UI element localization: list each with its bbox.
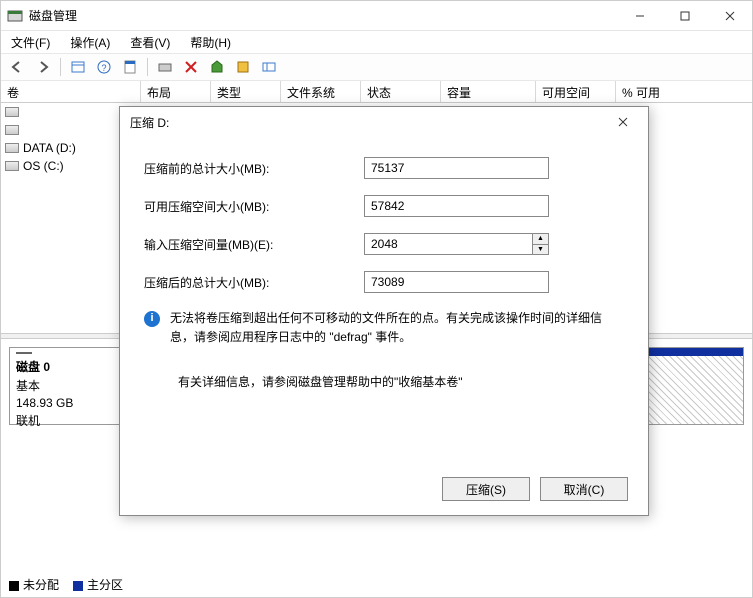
spin-down-button[interactable]: ▼ xyxy=(533,245,548,255)
action2-button[interactable] xyxy=(231,56,255,78)
col-status[interactable]: 状态 xyxy=(361,81,441,102)
menu-file[interactable]: 文件(F) xyxy=(7,32,54,53)
refresh-button[interactable] xyxy=(153,56,177,78)
window-titlebar: 磁盘管理 xyxy=(1,1,752,31)
dialog-close-button[interactable] xyxy=(608,114,638,130)
volume-icon xyxy=(5,143,19,153)
volume-list-header: 卷 布局 类型 文件系统 状态 容量 可用空间 % 可用 xyxy=(1,81,752,103)
disk-status: 联机 xyxy=(16,412,123,429)
label-size-before: 压缩前的总计大小(MB): xyxy=(144,160,364,177)
disk-title: 磁盘 0 xyxy=(16,358,123,375)
disk-type: 基本 xyxy=(16,377,123,394)
disk-size: 148.93 GB xyxy=(16,396,123,410)
col-filesystem[interactable]: 文件系统 xyxy=(281,81,361,102)
delete-button[interactable] xyxy=(179,56,203,78)
forward-button[interactable] xyxy=(31,56,55,78)
col-capacity[interactable]: 容量 xyxy=(441,81,536,102)
col-type[interactable]: 类型 xyxy=(211,81,281,102)
menu-action[interactable]: 操作(A) xyxy=(66,32,114,53)
menu-view[interactable]: 查看(V) xyxy=(126,32,174,53)
menu-help[interactable]: 帮助(H) xyxy=(186,32,235,53)
dialog-titlebar: 压缩 D: xyxy=(120,107,648,137)
svg-text:?: ? xyxy=(101,63,106,73)
info-text: 无法将卷压缩到超出任何不可移动的文件所在的点。有关完成该操作时间的详细信息，请参… xyxy=(170,309,624,347)
volume-name: OS (C:) xyxy=(23,159,64,173)
label-amount: 输入压缩空间量(MB)(E): xyxy=(144,236,364,253)
action3-button[interactable] xyxy=(257,56,281,78)
reference-text: 有关详细信息，请参阅磁盘管理帮助中的"收缩基本卷" xyxy=(178,373,624,390)
shrink-button[interactable]: 压缩(S) xyxy=(442,477,530,501)
label-size-after: 压缩后的总计大小(MB): xyxy=(144,274,364,291)
app-icon xyxy=(7,8,23,24)
window-title: 磁盘管理 xyxy=(29,7,617,24)
toolbar: ? xyxy=(1,53,752,81)
close-button[interactable] xyxy=(707,1,752,30)
volume-name: DATA (D:) xyxy=(23,141,76,155)
shrink-amount-spinner[interactable]: ▲ ▼ xyxy=(364,233,549,255)
label-avail: 可用压缩空间大小(MB): xyxy=(144,198,364,215)
help-button[interactable]: ? xyxy=(92,56,116,78)
legend-unallocated: 未分配 xyxy=(9,576,59,593)
legend-primary: 主分区 xyxy=(73,576,123,593)
maximize-button[interactable] xyxy=(662,1,707,30)
col-freespace[interactable]: 可用空间 xyxy=(536,81,616,102)
col-pctfree[interactable]: % 可用 xyxy=(616,81,752,102)
value-size-before: 75137 xyxy=(364,157,549,179)
shrink-amount-input[interactable] xyxy=(364,233,532,255)
volume-icon xyxy=(5,161,19,171)
dialog-title: 压缩 D: xyxy=(130,114,608,131)
disk-info: 磁盘 0 基本 148.93 GB 联机 xyxy=(10,348,130,424)
volume-icon xyxy=(5,107,19,117)
value-avail: 57842 xyxy=(364,195,549,217)
back-button[interactable] xyxy=(5,56,29,78)
col-layout[interactable]: 布局 xyxy=(141,81,211,102)
properties-button[interactable] xyxy=(118,56,142,78)
spin-up-button[interactable]: ▲ xyxy=(533,234,548,245)
shrink-dialog: 压缩 D: 压缩前的总计大小(MB): 75137 可用压缩空间大小(MB): … xyxy=(119,106,649,516)
view-list-button[interactable] xyxy=(66,56,90,78)
legend: 未分配 主分区 xyxy=(9,576,123,593)
cancel-button[interactable]: 取消(C) xyxy=(540,477,628,501)
menu-bar: 文件(F) 操作(A) 查看(V) 帮助(H) xyxy=(1,31,752,53)
volume-icon xyxy=(5,125,19,135)
info-icon: i xyxy=(144,311,160,327)
disk-icon xyxy=(16,352,32,354)
value-size-after: 73089 xyxy=(364,271,549,293)
minimize-button[interactable] xyxy=(617,1,662,30)
col-volume[interactable]: 卷 xyxy=(1,81,141,102)
action1-button[interactable] xyxy=(205,56,229,78)
